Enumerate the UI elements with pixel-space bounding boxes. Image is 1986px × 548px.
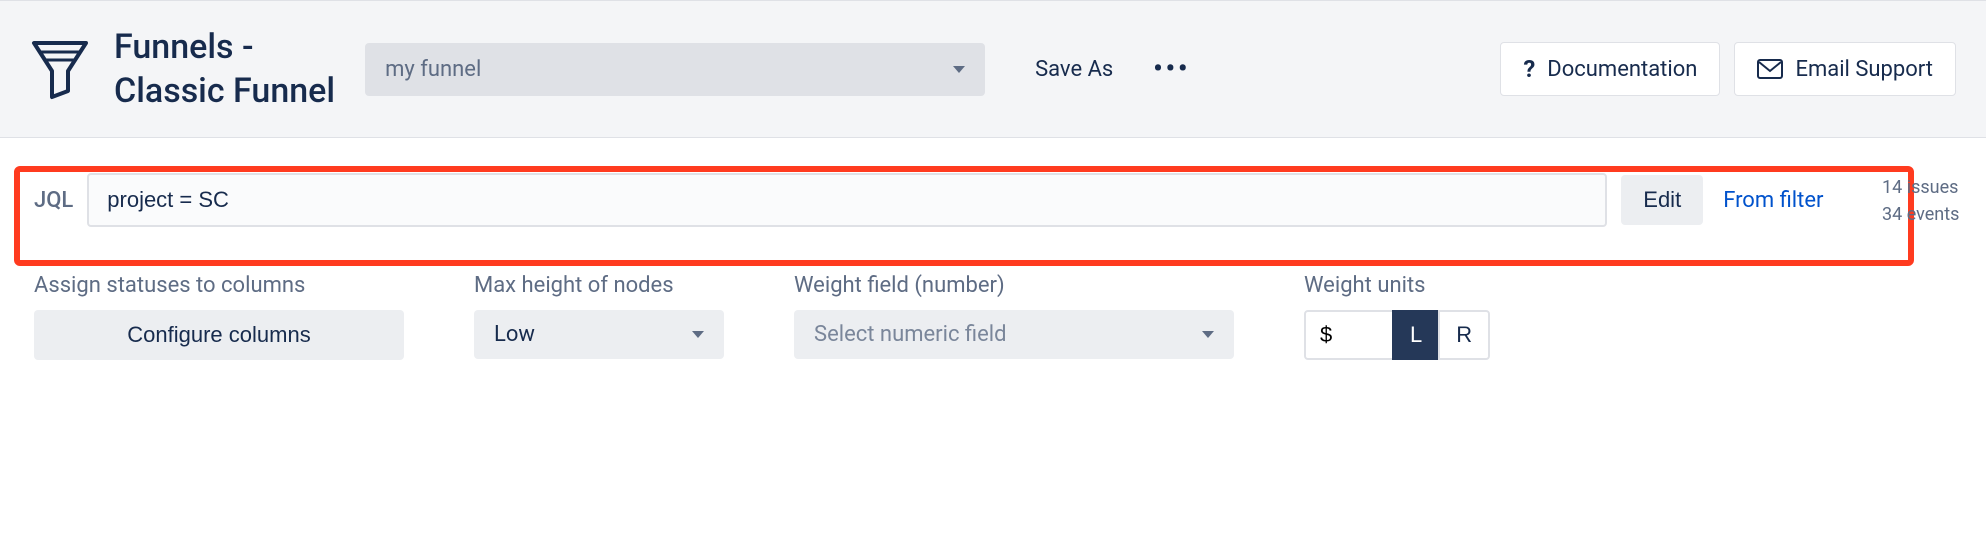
email-support-button[interactable]: Email Support — [1734, 42, 1956, 96]
weight-units-label: Weight units — [1304, 273, 1490, 298]
unit-symbol-input[interactable] — [1304, 310, 1394, 360]
funnel-select-value: my funnel — [385, 57, 481, 82]
header-right: ? Documentation Email Support — [1500, 42, 1956, 96]
configure-columns-button[interactable]: Configure columns — [34, 310, 404, 360]
max-height-select[interactable]: Low — [474, 310, 724, 359]
content-area: 14 issues 34 events JQL Edit From filter… — [0, 138, 1986, 390]
app-header: Funnels - Classic Funnel my funnel Save … — [0, 0, 1986, 138]
title-line1: Funnels - — [114, 25, 335, 69]
documentation-label: Documentation — [1547, 57, 1697, 82]
weight-field-label: Weight field (number) — [794, 273, 1234, 298]
max-height-label: Max height of nodes — [474, 273, 724, 298]
weight-units-group: Weight units L R — [1304, 273, 1490, 360]
max-height-group: Max height of nodes Low — [474, 273, 724, 359]
unit-position-right[interactable]: R — [1438, 310, 1490, 360]
unit-position-left[interactable]: L — [1392, 310, 1440, 360]
funnel-icon — [30, 37, 90, 101]
weight-units-control: L R — [1304, 310, 1490, 360]
mail-icon — [1757, 59, 1783, 79]
weight-field-placeholder: Select numeric field — [814, 322, 1007, 347]
title-line2: Classic Funnel — [114, 69, 335, 113]
assign-statuses-label: Assign statuses to columns — [34, 273, 404, 298]
email-support-label: Email Support — [1795, 57, 1933, 82]
title-block: Funnels - Classic Funnel — [30, 25, 335, 113]
chevron-down-icon — [953, 66, 965, 73]
chevron-down-icon — [692, 331, 704, 338]
save-as-button[interactable]: Save As — [1035, 57, 1113, 82]
jql-input[interactable] — [87, 173, 1607, 227]
question-icon: ? — [1523, 55, 1535, 83]
page-title: Funnels - Classic Funnel — [114, 25, 335, 113]
funnel-select[interactable]: my funnel — [365, 43, 985, 96]
assign-statuses-group: Assign statuses to columns Configure col… — [34, 273, 404, 360]
max-height-value: Low — [494, 322, 535, 347]
more-menu-button[interactable]: ••• — [1153, 54, 1190, 84]
chevron-down-icon — [1202, 331, 1214, 338]
jql-label: JQL — [30, 188, 73, 213]
edit-button[interactable]: Edit — [1621, 175, 1703, 225]
weight-field-select[interactable]: Select numeric field — [794, 310, 1234, 359]
jql-row: JQL Edit From filter — [30, 173, 1956, 227]
documentation-button[interactable]: ? Documentation — [1500, 42, 1720, 96]
controls-row: Assign statuses to columns Configure col… — [30, 273, 1956, 360]
from-filter-link[interactable]: From filter — [1723, 188, 1823, 213]
weight-field-group: Weight field (number) Select numeric fie… — [794, 273, 1234, 359]
